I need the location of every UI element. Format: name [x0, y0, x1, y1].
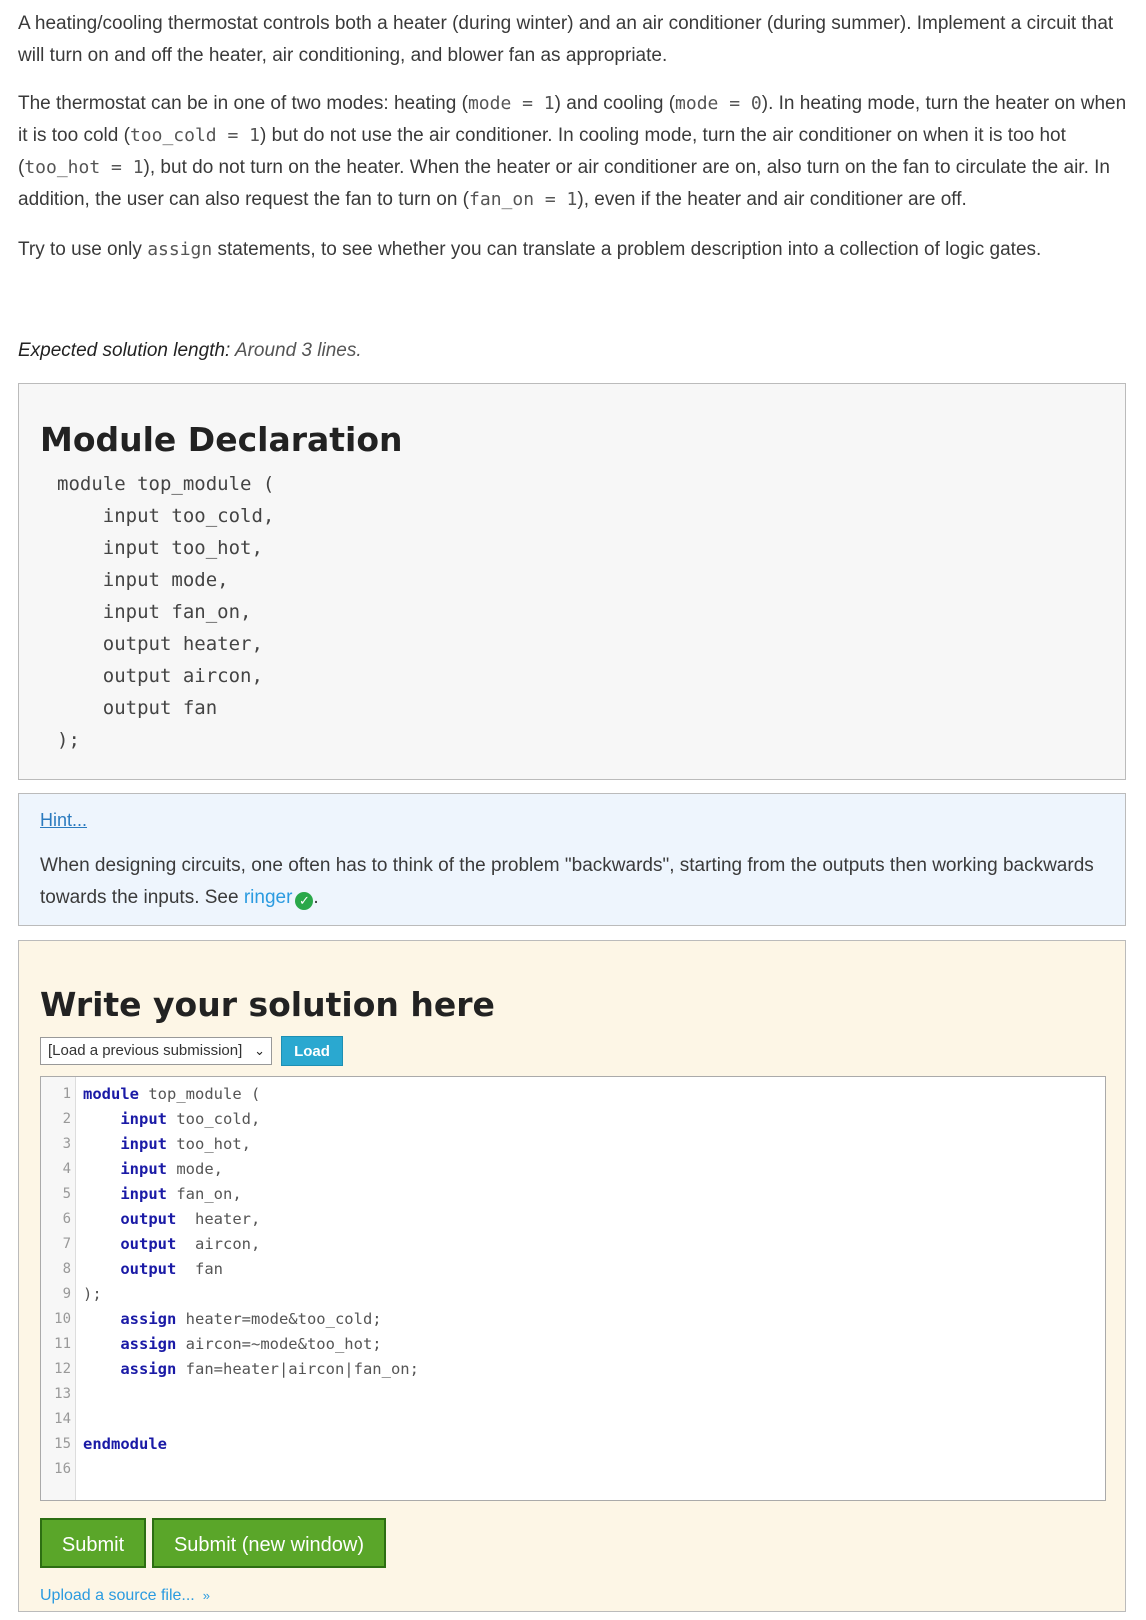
expected-value: Around 3 lines. — [234, 340, 362, 361]
intro-paragraph-2: The thermostat can be in one of two mode… — [18, 88, 1128, 216]
hint-after: . — [313, 887, 319, 908]
line-number: 12 — [54, 1361, 71, 1377]
line-number: 6 — [62, 1211, 71, 1227]
line-code: module top_module ( — [83, 1085, 261, 1103]
keyword: output — [120, 1260, 177, 1278]
line-code: output heater, — [120, 1210, 261, 1228]
chevron-down-icon: ⌄ — [254, 1043, 265, 1058]
line-number: 2 — [62, 1111, 71, 1127]
select-value: [Load a previous submission] — [48, 1042, 243, 1059]
line-number: 5 — [62, 1186, 71, 1202]
keyword: output — [120, 1210, 177, 1228]
keyword: endmodule — [83, 1435, 167, 1453]
keyword: output — [120, 1235, 177, 1253]
code-editor[interactable]: 1 module top_module (2 input too_cold, 3 i… — [40, 1076, 1106, 1501]
line-code: input fan_on, — [120, 1185, 242, 1203]
line-number: 1 — [62, 1086, 71, 1102]
keyword: input — [120, 1185, 167, 1203]
hint-body: When designing circuits, one often has t… — [40, 855, 1094, 908]
line-code: ); — [83, 1285, 102, 1303]
keyword: input — [120, 1135, 167, 1153]
solution-box: Write your solution here [Load a previou… — [18, 940, 1126, 1612]
code-too-hot: too_hot = 1 — [24, 157, 144, 178]
module-declaration-box: Module Declaration module top_module ( i… — [18, 383, 1126, 780]
editor-line: 2 input too_cold, — [41, 1106, 1105, 1132]
editor-line: 9); — [41, 1281, 1105, 1307]
line-number: 16 — [54, 1461, 71, 1477]
line-number: 9 — [62, 1286, 71, 1302]
editor-line: 12 assign fan=heater|aircon|fan_on; — [41, 1356, 1105, 1382]
editor-line: 10 assign heater=mode&too_cold; — [41, 1306, 1105, 1332]
check-icon: ✓ — [295, 892, 314, 910]
p3-text-a: Try to use only — [18, 239, 148, 260]
module-declaration-code: module top_module ( input too_cold, inpu… — [57, 473, 275, 751]
p2-text-a: The thermostat can be in one of two mode… — [18, 93, 468, 114]
ringer-link[interactable]: ringer — [244, 887, 293, 908]
p2-text-b: ) and cooling ( — [554, 93, 676, 114]
code-too-cold: too_cold = 1 — [129, 125, 260, 146]
editor-line: 6 output heater, — [41, 1206, 1105, 1232]
double-chevron-down-icon: » — [202, 1588, 210, 1603]
line-code: input too_hot, — [120, 1135, 251, 1153]
line-number: 4 — [62, 1161, 71, 1177]
hint-box: Hint... When designing circuits, one oft… — [18, 793, 1126, 926]
intro-paragraph-1: A heating/cooling thermostat controls bo… — [18, 13, 1114, 66]
module-declaration-title: Module Declaration — [40, 420, 403, 459]
line-number: 7 — [62, 1236, 71, 1252]
editor-line: 4 input mode, — [41, 1156, 1105, 1182]
code-mode-1: mode = 1 — [467, 93, 555, 114]
line-code: assign aircon=~mode&too_hot; — [120, 1335, 382, 1353]
code-assign: assign — [147, 239, 213, 260]
intro-paragraph-3: Try to use only assign statements, to se… — [18, 234, 1128, 266]
editor-line: 14 — [41, 1406, 1105, 1432]
submit-new-window-button[interactable]: Submit (new window) — [152, 1518, 386, 1568]
p3-text-b: statements, to see whether you can trans… — [212, 239, 1042, 260]
line-number: 8 — [62, 1261, 71, 1277]
line-code: output fan — [120, 1260, 223, 1278]
keyword: input — [120, 1160, 167, 1178]
line-number: 10 — [54, 1311, 71, 1327]
solution-title: Write your solution here — [40, 985, 495, 1024]
editor-line: 11 assign aircon=~mode&too_hot; — [41, 1331, 1105, 1357]
keyword: module — [83, 1085, 139, 1103]
load-button[interactable]: Load — [281, 1036, 343, 1066]
p2-text-f: ), even if the heater and air conditione… — [577, 189, 967, 210]
editor-line: 7 output aircon, — [41, 1231, 1105, 1257]
keyword: assign — [120, 1335, 177, 1353]
line-number: 15 — [54, 1436, 71, 1452]
editor-line: 5 input fan_on, — [41, 1181, 1105, 1207]
line-code: endmodule — [83, 1431, 167, 1457]
line-number: 11 — [54, 1336, 71, 1352]
hint-text: When designing circuits, one often has t… — [40, 850, 1100, 914]
keyword: assign — [120, 1360, 177, 1378]
expected-label: Expected solution length: — [18, 340, 231, 361]
editor-line: 13 — [41, 1381, 1105, 1407]
line-code: output aircon, — [120, 1235, 261, 1253]
editor-line: 15 endmodule — [41, 1431, 1105, 1457]
editor-line: 3 input too_hot, — [41, 1131, 1105, 1157]
line-code: assign fan=heater|aircon|fan_on; — [120, 1360, 419, 1378]
hint-link[interactable]: Hint... — [40, 810, 87, 831]
line-code: input too_cold, — [120, 1110, 261, 1128]
code-mode-0: mode = 0 — [675, 93, 762, 114]
keyword: input — [120, 1110, 167, 1128]
expected-length: Expected solution length: Around 3 lines… — [18, 340, 362, 362]
upload-label: Upload a source file... — [40, 1587, 195, 1604]
line-number: 13 — [54, 1386, 71, 1402]
upload-source-link[interactable]: Upload a source file... » — [40, 1587, 210, 1605]
line-number: 14 — [54, 1411, 71, 1427]
keyword: assign — [120, 1310, 177, 1328]
line-number: 3 — [62, 1136, 71, 1152]
editor-line: 8 output fan — [41, 1256, 1105, 1282]
previous-submission-select[interactable]: [Load a previous submission] ⌄ — [40, 1037, 272, 1065]
editor-line: 16 — [41, 1456, 1105, 1482]
line-code: input mode, — [120, 1160, 223, 1178]
editor-line: 1 module top_module ( — [41, 1081, 1105, 1107]
submit-button[interactable]: Submit — [40, 1518, 146, 1568]
line-code: assign heater=mode&too_cold; — [120, 1310, 382, 1328]
code-fan-on: fan_on = 1 — [469, 189, 578, 210]
